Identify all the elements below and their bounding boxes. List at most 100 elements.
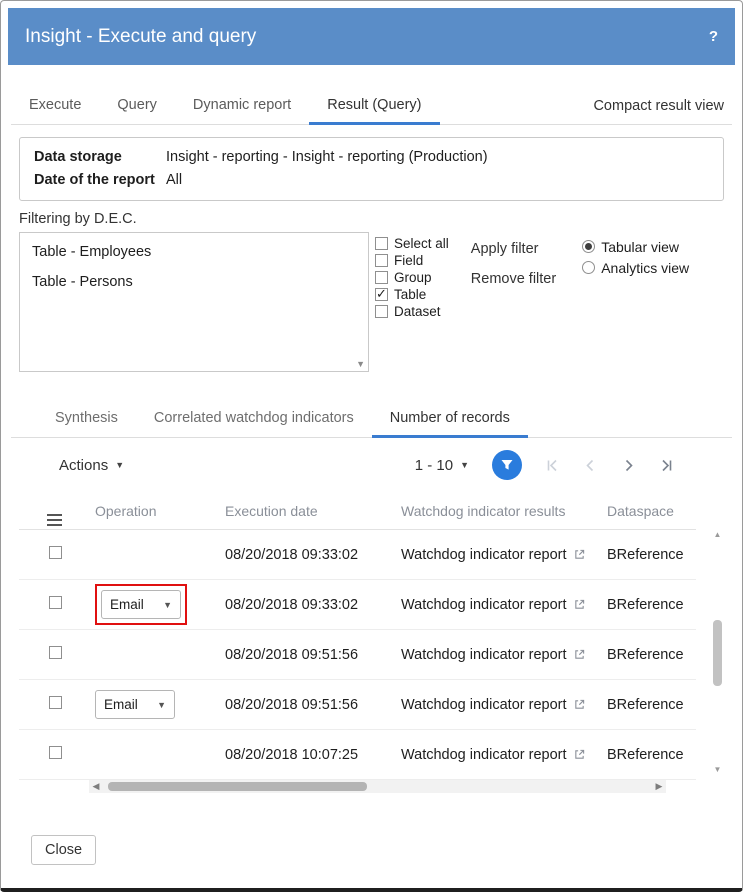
next-page-button[interactable] — [621, 458, 636, 473]
checkbox-table[interactable]: Table — [375, 286, 449, 303]
horizontal-scrollbar[interactable]: ◀ ▶ — [89, 780, 666, 793]
external-link-icon[interactable] — [574, 749, 585, 760]
row-checkbox[interactable] — [49, 646, 62, 659]
scroll-down-icon[interactable]: ▼ — [713, 765, 722, 774]
radio-selected-icon — [582, 240, 595, 253]
checkbox-dataset[interactable]: Dataset — [375, 303, 449, 320]
first-page-button[interactable] — [545, 458, 560, 473]
tab-result-query[interactable]: Result (Query) — [309, 87, 439, 125]
column-header-execution-date: Execution date — [213, 503, 389, 519]
records-table: Operation Execution date Watchdog indica… — [19, 492, 696, 793]
checkbox-group[interactable]: Group — [375, 269, 449, 286]
funnel-icon — [500, 458, 514, 472]
row-checkbox[interactable] — [49, 696, 62, 709]
result-tab-bar: Synthesis Correlated watchdog indicators… — [11, 400, 732, 438]
horizontal-scrollbar-thumb[interactable] — [108, 782, 366, 791]
close-button[interactable]: Close — [31, 835, 96, 865]
checkbox-field[interactable]: Field — [375, 252, 449, 269]
dataspace-cell: BReference — [595, 647, 696, 663]
filter-checkbox-group: Select all Field Group Table Dataset — [375, 232, 449, 372]
report-info-box: Data storage Insight - reporting - Insig… — [19, 137, 724, 201]
scroll-up-icon[interactable]: ▲ — [713, 530, 722, 539]
table-row: 08/20/2018 10:07:25 Watchdog indicator r… — [19, 730, 696, 780]
tab-dynamic-report[interactable]: Dynamic report — [175, 87, 309, 125]
row-checkbox[interactable] — [49, 546, 62, 559]
external-link-icon[interactable] — [574, 599, 585, 610]
watchdog-report-link[interactable]: Watchdog indicator report — [401, 697, 567, 713]
list-item[interactable]: Table - Persons — [20, 267, 368, 297]
scroll-left-icon[interactable]: ◀ — [89, 781, 103, 792]
filter-button[interactable] — [492, 450, 522, 480]
execution-date-cell: 08/20/2018 09:33:02 — [213, 547, 389, 563]
remove-filter-link[interactable]: Remove filter — [471, 271, 556, 287]
external-link-icon[interactable] — [574, 549, 585, 560]
operation-select[interactable]: Email ▼ — [95, 690, 175, 719]
checkbox-checked-icon — [375, 288, 388, 301]
table-row: Email ▼ 08/20/2018 09:51:56 Watchdog ind… — [19, 680, 696, 730]
checkbox-select-all[interactable]: Select all — [375, 235, 449, 252]
column-header-watchdog-results: Watchdog indicator results — [389, 503, 595, 519]
view-mode-radio-group: Tabular view Analytics view — [582, 232, 689, 372]
chevron-down-icon: ▼ — [115, 460, 124, 470]
checkbox-icon — [375, 254, 388, 267]
checkbox-icon — [375, 237, 388, 250]
table-row: Email ▼ 08/20/2018 09:33:02 Watchdog ind… — [19, 580, 696, 630]
chevron-down-icon: ▼ — [460, 460, 469, 470]
previous-page-button[interactable] — [583, 458, 598, 473]
execution-date-cell: 08/20/2018 09:51:56 — [213, 647, 389, 663]
watchdog-report-link[interactable]: Watchdog indicator report — [401, 747, 567, 763]
scroll-right-icon[interactable]: ▶ — [652, 781, 666, 792]
watchdog-report-link[interactable]: Watchdog indicator report — [401, 547, 567, 563]
column-header-operation: Operation — [83, 503, 213, 519]
horizontal-scrollbar-track[interactable] — [103, 780, 652, 793]
tab-synthesis[interactable]: Synthesis — [37, 400, 136, 438]
radio-tabular-view[interactable]: Tabular view — [582, 236, 689, 257]
table-row: 08/20/2018 09:33:02 Watchdog indicator r… — [19, 530, 696, 580]
dialog-title: Insight - Execute and query — [25, 26, 256, 48]
external-link-icon[interactable] — [574, 699, 585, 710]
apply-filter-link[interactable]: Apply filter — [471, 241, 556, 257]
table-header-row: Operation Execution date Watchdog indica… — [19, 492, 696, 530]
tab-correlated-watchdog-indicators[interactable]: Correlated watchdog indicators — [136, 400, 372, 438]
vertical-scrollbar[interactable]: ▲ ▼ — [713, 532, 722, 772]
row-checkbox[interactable] — [49, 596, 62, 609]
execution-date-cell: 08/20/2018 09:51:56 — [213, 697, 389, 713]
annotation-highlight-box: Email ▼ — [95, 584, 187, 625]
last-page-button[interactable] — [659, 458, 674, 473]
radio-icon — [582, 261, 595, 274]
page-range-dropdown[interactable]: 1 - 10 ▼ — [415, 457, 469, 474]
watchdog-report-link[interactable]: Watchdog indicator report — [401, 597, 567, 613]
pagination-controls: 1 - 10 ▼ — [415, 450, 674, 480]
listbox-scroll-down-icon[interactable]: ▼ — [356, 359, 365, 369]
execution-date-cell: 08/20/2018 09:33:02 — [213, 597, 389, 613]
chevron-down-icon: ▼ — [163, 600, 172, 610]
tab-number-of-records[interactable]: Number of records — [372, 400, 528, 438]
data-storage-value: Insight - reporting - Insight - reportin… — [166, 146, 488, 169]
column-header-dataspace: Dataspace — [595, 503, 696, 519]
compact-result-view-link[interactable]: Compact result view — [593, 87, 732, 124]
dataspace-cell: BReference — [595, 697, 696, 713]
execution-date-cell: 08/20/2018 10:07:25 — [213, 747, 389, 763]
external-link-icon[interactable] — [574, 649, 585, 660]
tab-query[interactable]: Query — [99, 87, 175, 125]
report-date-label: Date of the report — [34, 169, 166, 192]
tab-execute[interactable]: Execute — [11, 87, 99, 125]
info-row-report-date: Date of the report All — [34, 169, 709, 192]
table-menu-icon[interactable] — [47, 514, 62, 516]
radio-analytics-view[interactable]: Analytics view — [582, 257, 689, 278]
filter-action-links: Apply filter Remove filter — [471, 232, 556, 372]
info-row-data-storage: Data storage Insight - reporting - Insig… — [34, 146, 709, 169]
filtering-section: Table - Employees Table - Persons ▼ Sele… — [19, 232, 724, 372]
help-button[interactable]: ? — [709, 28, 718, 45]
list-item[interactable]: Table - Employees — [20, 237, 368, 267]
dialog-window: Insight - Execute and query ? Execute Qu… — [0, 0, 743, 892]
row-checkbox[interactable] — [49, 746, 62, 759]
title-bar: Insight - Execute and query ? — [8, 8, 735, 65]
actions-dropdown[interactable]: Actions ▼ — [59, 457, 124, 474]
operation-select[interactable]: Email ▼ — [101, 590, 181, 619]
data-storage-label: Data storage — [34, 146, 166, 169]
chevron-down-icon: ▼ — [157, 700, 166, 710]
watchdog-report-link[interactable]: Watchdog indicator report — [401, 647, 567, 663]
vertical-scrollbar-thumb[interactable] — [713, 620, 722, 686]
dec-listbox[interactable]: Table - Employees Table - Persons ▼ — [19, 232, 369, 372]
